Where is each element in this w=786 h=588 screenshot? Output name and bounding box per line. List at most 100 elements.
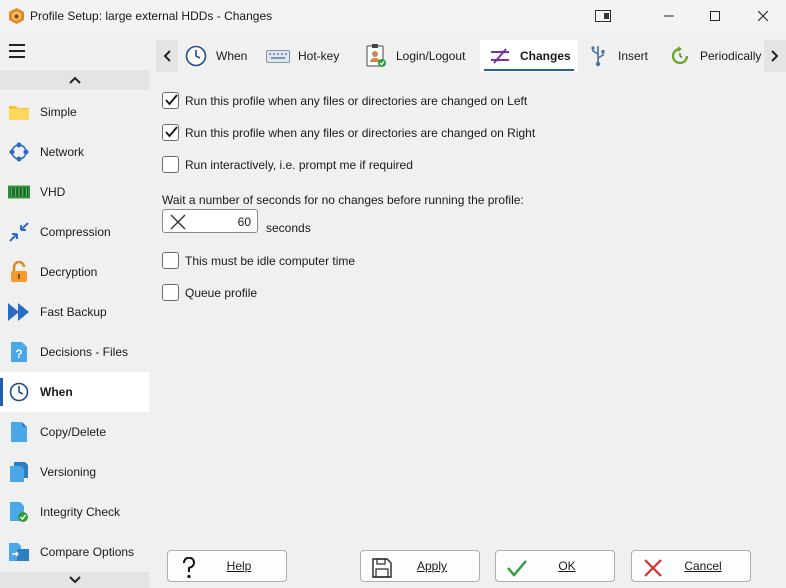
checkmark-icon [165, 126, 178, 138]
wait-seconds-value: 60 [237, 215, 251, 229]
run-on-right-checkbox[interactable] [162, 124, 179, 141]
sidebar-scroll-up-button[interactable] [0, 70, 149, 90]
sidebar: Simple Network VHD Compression Decryptio… [0, 32, 149, 588]
close-button[interactable] [740, 0, 786, 32]
sidebar-item-versioning[interactable]: Versioning [0, 452, 149, 492]
sidebar-item-integrity-check[interactable]: Integrity Check [0, 492, 149, 532]
checkbox-label: Run this profile when any files or direc… [185, 125, 536, 140]
tab-label: When [216, 49, 248, 63]
apply-button-label: Apply [416, 559, 448, 573]
run-interactively-option[interactable]: Run interactively, i.e. prompt me if req… [162, 156, 413, 173]
maximize-icon [710, 11, 720, 21]
sidebar-item-label: Copy/Delete [40, 425, 107, 439]
compression-icon [8, 221, 30, 243]
sidebar-item-label: Compare Options [40, 545, 135, 559]
sidebar-item-fast-backup[interactable]: Fast Backup [0, 292, 149, 332]
cancel-button[interactable]: Cancel [631, 550, 751, 582]
copy-icon [8, 421, 30, 443]
keyboard-icon [266, 44, 290, 68]
checkmark-icon [165, 94, 178, 106]
tab-login-logout[interactable]: Login/Logout [364, 40, 484, 72]
svg-text:?: ? [15, 347, 22, 361]
hamburger-menu-icon[interactable] [9, 44, 25, 58]
sidebar-item-simple[interactable]: Simple [0, 92, 149, 132]
sidebar-item-when[interactable]: When [0, 372, 149, 412]
tab-scroll-left-button[interactable] [156, 40, 178, 72]
clock-icon [8, 381, 30, 403]
integrity-icon [8, 501, 30, 523]
folder-icon [8, 101, 30, 123]
tab-label: Login/Logout [396, 49, 466, 63]
title-bar: Profile Setup: large external HDDs - Cha… [0, 0, 786, 32]
vhd-icon [8, 181, 30, 203]
checkbox-label: Queue profile [185, 285, 258, 300]
chevron-right-icon [771, 50, 779, 62]
fast-forward-icon [8, 301, 30, 323]
tab-changes[interactable]: Changes [480, 40, 578, 72]
queue-profile-option[interactable]: Queue profile [162, 284, 257, 301]
sidebar-item-vhd[interactable]: VHD [0, 172, 149, 212]
changes-panel: Run this profile when any files or direc… [149, 72, 786, 588]
wait-seconds-label: Wait a number of seconds for no changes … [162, 193, 524, 207]
minimize-button[interactable] [646, 0, 692, 32]
chevron-up-icon [68, 76, 81, 84]
run-on-left-option[interactable]: Run this profile when any files or direc… [162, 92, 527, 109]
run-on-right-option[interactable]: Run this profile when any files or direc… [162, 124, 535, 141]
idle-time-checkbox[interactable] [162, 252, 179, 269]
tab-periodically[interactable]: Periodically [668, 40, 768, 72]
sidebar-item-copy-delete[interactable]: Copy/Delete [0, 412, 149, 452]
idle-time-option[interactable]: This must be idle computer time [162, 252, 355, 269]
clock-icon [184, 44, 208, 68]
checkbox-label: Run this profile when any files or direc… [185, 93, 528, 108]
queue-profile-checkbox[interactable] [162, 284, 179, 301]
run-on-left-checkbox[interactable] [162, 92, 179, 109]
sidebar-item-compression[interactable]: Compression [0, 212, 149, 252]
sidebar-item-label: When [40, 385, 73, 399]
decisions-icon: ? [8, 341, 30, 363]
tab-hot-key[interactable]: Hot-key [266, 40, 360, 72]
ok-button-label: OK [558, 559, 576, 573]
tab-when[interactable]: When [184, 40, 274, 72]
usb-icon [586, 44, 610, 68]
changes-icon [488, 44, 512, 68]
refresh-icon [668, 44, 692, 68]
close-icon [758, 11, 768, 21]
maximize-button[interactable] [692, 0, 738, 32]
sidebar-item-label: Versioning [40, 465, 97, 479]
help-button[interactable]: Help [167, 550, 287, 582]
sidebar-item-decisions-files[interactable]: ? Decisions - Files [0, 332, 149, 372]
clear-x-icon[interactable] [169, 213, 187, 231]
checkbox-label: Run interactively, i.e. prompt me if req… [185, 157, 413, 172]
wait-seconds-input[interactable]: 60 [162, 209, 258, 233]
window-title: Profile Setup: large external HDDs - Cha… [30, 9, 273, 23]
sidebar-item-compare-options[interactable]: Compare Options [0, 532, 149, 572]
sidebar-scroll-down-button[interactable] [0, 572, 149, 588]
chevron-left-icon [163, 50, 171, 62]
sidebar-item-label: Simple [40, 105, 77, 119]
tab-scroll-right-button[interactable] [764, 40, 786, 72]
tab-label: Hot-key [298, 49, 340, 63]
snap-layout-icon [595, 10, 611, 22]
apply-button[interactable]: Apply [360, 550, 480, 582]
sidebar-item-network[interactable]: Network [0, 132, 149, 172]
sidebar-item-label: Fast Backup [40, 305, 107, 319]
tab-label: Changes [520, 49, 571, 63]
sidebar-item-label: Network [40, 145, 85, 159]
help-button-label: Help [226, 559, 252, 573]
network-icon [8, 141, 30, 163]
tab-label: Periodically [700, 49, 762, 63]
sidebar-item-label: Compression [40, 225, 111, 239]
tab-label: Insert [618, 49, 649, 63]
checkbox-label: This must be idle computer time [185, 253, 356, 268]
chevron-down-icon [68, 576, 81, 584]
app-logo-icon [9, 8, 24, 24]
ok-button[interactable]: OK [495, 550, 615, 582]
sidebar-item-label: Decryption [40, 265, 98, 279]
run-interactively-checkbox[interactable] [162, 156, 179, 173]
sidebar-item-decryption[interactable]: Decryption [0, 252, 149, 292]
sidebar-item-label: Decisions - Files [40, 345, 129, 359]
unlock-icon [8, 261, 30, 283]
tab-insert[interactable]: Insert [586, 40, 656, 72]
window-snap-button[interactable] [580, 0, 626, 32]
minimize-icon [664, 15, 674, 17]
